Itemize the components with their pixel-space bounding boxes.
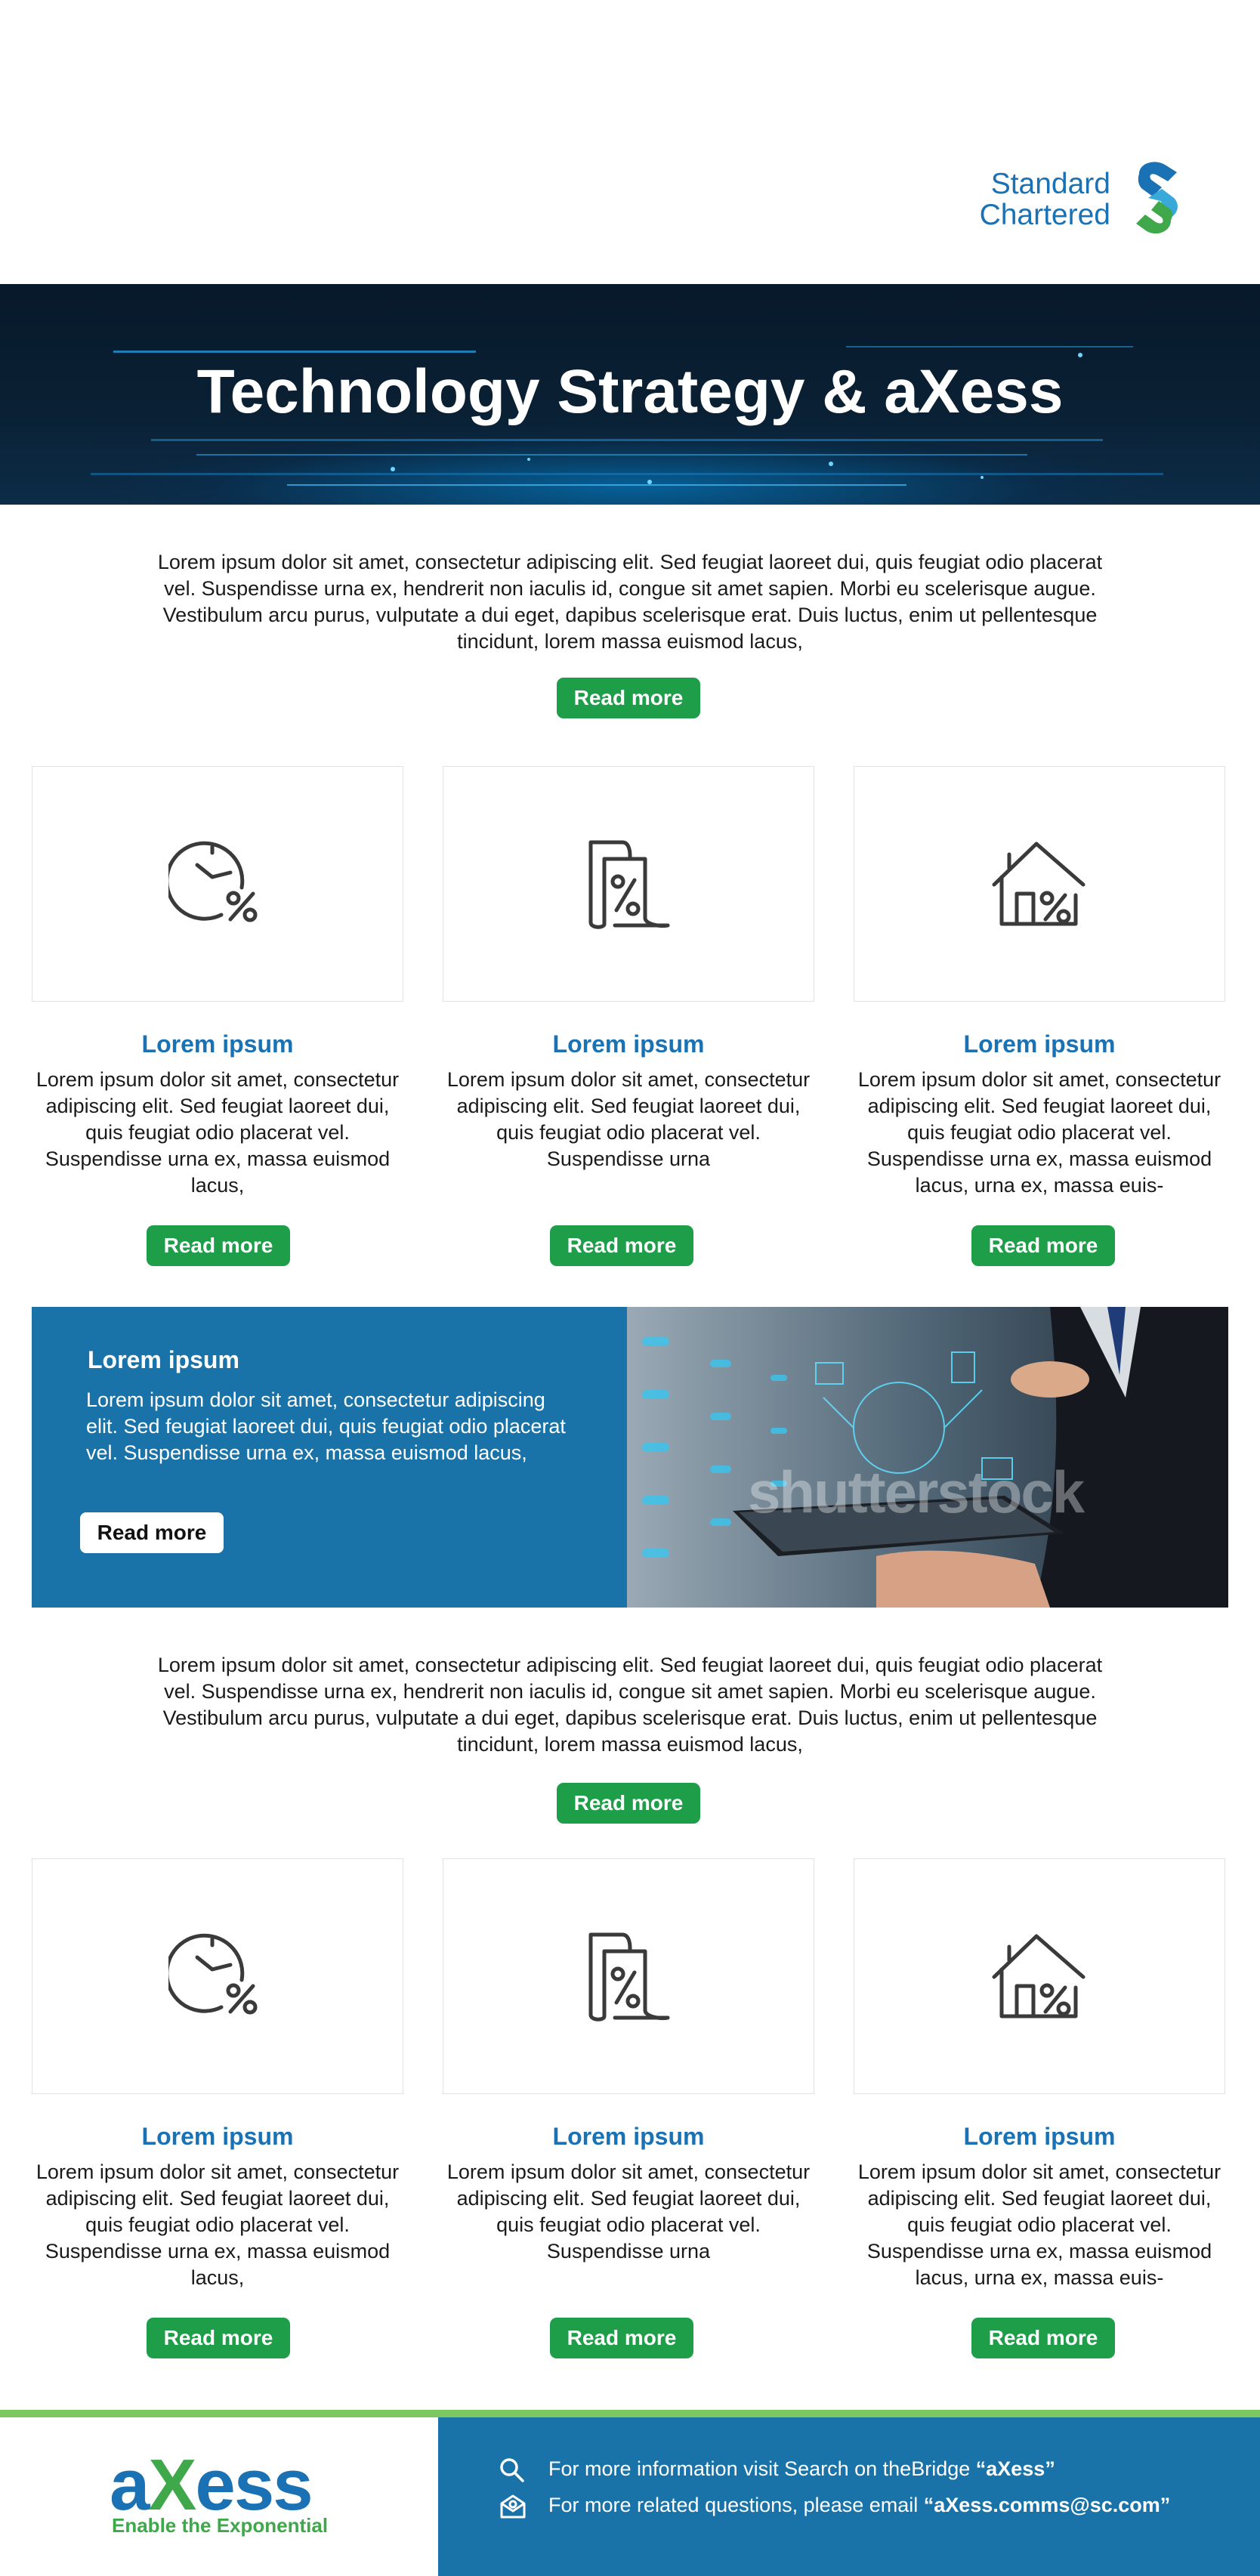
promo-banner: Lorem ipsum Lorem ipsum dolor sit amet, … <box>32 1307 1228 1608</box>
card-title: Lorem ipsum <box>141 2123 294 2150</box>
card-title: Lorem ipsum <box>963 1030 1116 1058</box>
card-text: Lorem ipsum dolor sit amet, consectetur … <box>446 2161 811 2262</box>
business-tablet-photo <box>627 1307 1228 1608</box>
card-1: Lorem ipsum Lorem ipsum dolor sit amet, … <box>32 766 403 1284</box>
footer-email-text: For more related questions, please email… <box>548 2490 1170 2520</box>
promo-title: Lorem ipsum <box>88 1346 239 1373</box>
search-icon <box>500 2458 524 2482</box>
card-1-read-more-button[interactable]: Read more <box>147 1225 290 1266</box>
card-3: Lorem ipsum Lorem ipsum dolor sit amet, … <box>854 766 1225 1284</box>
promo-read-more-button[interactable]: Read more <box>80 1512 224 1553</box>
logo-line-1: Standard <box>990 168 1110 200</box>
logo-mark-icon <box>1136 162 1178 234</box>
house-percent-icon <box>992 1934 1086 2018</box>
intro-paragraph: Lorem ipsum dolor sit amet, consectetur … <box>157 551 1103 653</box>
card-text: Lorem ipsum dolor sit amet, consectetur … <box>857 2161 1221 2289</box>
intro-read-more-button[interactable]: Read more <box>557 678 700 718</box>
logo-wordmark: Standard Chartered <box>978 168 1110 230</box>
hero-banner: Technology Strategy & aXess <box>0 284 1260 505</box>
card-title: Lorem ipsum <box>552 1030 705 1058</box>
card-2: Lorem ipsum Lorem ipsum dolor sit amet, … <box>443 766 814 1284</box>
card-icon-box <box>443 766 814 1002</box>
promo-text: Lorem ipsum dolor sit amet, consectetur … <box>86 1388 566 1464</box>
footer-divider <box>0 2410 1260 2417</box>
card-3-read-more-button[interactable]: Read more <box>971 1225 1115 1266</box>
footer-info-prefix: For more information visit Search on the… <box>548 2457 976 2480</box>
axess-logo-x: X <box>148 2445 196 2525</box>
card-text: Lorem ipsum dolor sit amet, consectetur … <box>857 1068 1221 1197</box>
card-text: Lorem ipsum dolor sit amet, consectetur … <box>36 1068 400 1197</box>
mid-read-more-button[interactable]: Read more <box>557 1783 700 1824</box>
card-title: Lorem ipsum <box>552 2123 705 2150</box>
document-percent-icon <box>588 840 670 929</box>
promo-panel: Lorem ipsum Lorem ipsum dolor sit amet, … <box>32 1307 627 1608</box>
card-text: Lorem ipsum dolor sit amet, consectetur … <box>36 2161 400 2289</box>
card-4-read-more-button[interactable]: Read more <box>147 2318 290 2358</box>
clock-percent-icon <box>168 1933 258 2015</box>
document-percent-icon <box>588 1932 670 2022</box>
footer-info-highlight[interactable]: “aXess” <box>976 2457 1055 2480</box>
clock-percent-icon <box>168 841 258 922</box>
card-5-read-more-button[interactable]: Read more <box>550 2318 693 2358</box>
hero-title: Technology Strategy & aXess <box>196 357 1064 426</box>
footer-email-prefix: For more related questions, please email <box>548 2494 924 2516</box>
house-percent-icon <box>992 842 1086 926</box>
footer-info-text: For more information visit Search on the… <box>548 2454 1055 2484</box>
footer-contact-panel: For more information visit Search on the… <box>438 2417 1260 2576</box>
card-icon-box <box>443 1858 814 2094</box>
card-icon-box <box>32 766 403 1002</box>
card-6: Lorem ipsum Lorem ipsum dolor sit amet, … <box>854 1858 1225 2377</box>
card-icon-box <box>854 1858 1225 2094</box>
card-6-read-more-button[interactable]: Read more <box>971 2318 1115 2358</box>
card-title: Lorem ipsum <box>963 2123 1116 2150</box>
card-5: Lorem ipsum Lorem ipsum dolor sit amet, … <box>443 1858 814 2377</box>
card-icon-box <box>32 1858 403 2094</box>
email-icon <box>500 2494 526 2519</box>
axess-logo[interactable]: aXess <box>110 2449 313 2522</box>
mid-paragraph: Lorem ipsum dolor sit amet, consectetur … <box>157 1654 1103 1756</box>
logo-line-2: Chartered <box>979 199 1110 231</box>
card-4: Lorem ipsum Lorem ipsum dolor sit amet, … <box>32 1858 403 2377</box>
standard-chartered-logo[interactable]: Standard Chartered <box>978 155 1186 242</box>
card-title: Lorem ipsum <box>141 1030 294 1058</box>
image-watermark: shutterstock <box>748 1459 1085 1525</box>
axess-logo-ess: ess <box>195 2445 313 2525</box>
card-icon-box <box>854 766 1225 1002</box>
axess-tagline: Enable the Exponential <box>112 2514 329 2537</box>
axess-logo-a: a <box>110 2445 150 2525</box>
footer-brand-panel: aXess Enable the Exponential <box>0 2417 438 2576</box>
card-2-read-more-button[interactable]: Read more <box>550 1225 693 1266</box>
card-text: Lorem ipsum dolor sit amet, consectetur … <box>446 1068 811 1170</box>
footer-email-link[interactable]: “aXess.comms@sc.com” <box>924 2494 1171 2516</box>
promo-image: shutterstock <box>627 1307 1228 1608</box>
